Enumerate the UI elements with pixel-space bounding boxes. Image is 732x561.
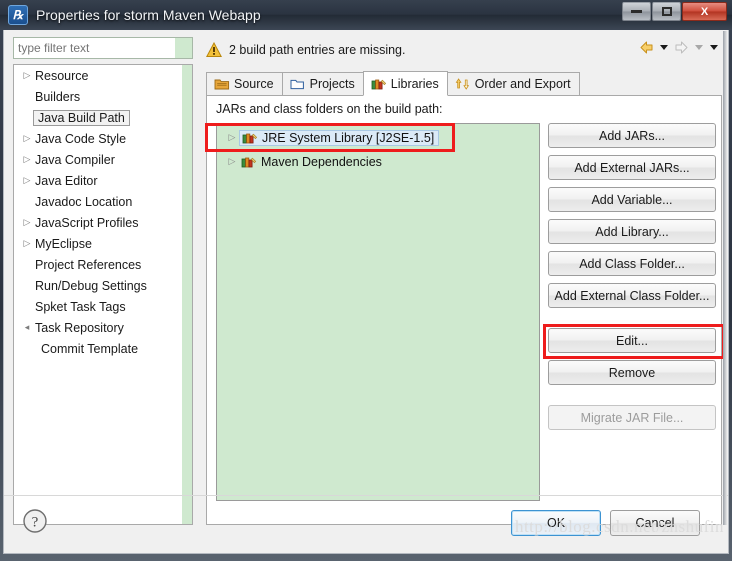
properties-dialog-window: ℞ Properties for storm Maven Webapp X ▷R… [0,0,732,561]
maximize-button[interactable] [652,2,681,21]
filter-input[interactable] [14,38,175,58]
sidebar-item-label: Builders [35,89,81,104]
tab-label: Order and Export [474,77,571,91]
message-bar: 2 build path entries are missing. [200,35,722,65]
tab-label: Source [234,77,274,91]
libraries-tab-content: JARs and class folders on the build path… [206,95,725,525]
sidebar-item-java-compiler[interactable]: ▷ Java Compiler [14,149,192,170]
tree-expander-icon[interactable]: ◂ [20,323,34,332]
sidebar-item-run-debug-settings[interactable]: Run/Debug Settings [14,275,192,296]
sidebar-item-builders[interactable]: Builders [14,86,192,107]
tab-libraries[interactable]: Libraries [362,71,448,96]
dialog-right-scrollbar[interactable] [723,31,727,525]
sidebar-item-javadoc-location[interactable]: Javadoc Location [14,191,192,212]
sidebar-item-java-build-path[interactable]: Java Build Path [14,107,192,128]
library-entry-name: JRE System Library [J2SE-1.5] [239,129,440,146]
dialog-body: ▷ResourceBuildersJava Build Path▷Java Co… [3,30,729,554]
back-arrow-icon[interactable] [638,39,655,56]
sidebar-item-label: MyEclipse [35,236,92,251]
right-pane: 2 build path entries are missing. Source… [200,35,725,525]
settings-tree[interactable]: ▷ Resource Builders Java Build Path ▷ Java Co… [13,64,193,525]
sidebar-item-label: Spket Task Tags [35,299,126,314]
books-icon [371,79,386,89]
button-add-class-folder[interactable]: Add Class Folder... [548,251,716,276]
sidebar-item-java-code-style[interactable]: ▷ Java Code Style [14,128,192,149]
libraries-list[interactable]: ▷ JRE System Library [J2SE-1.5] ▷ Maven Dep… [216,123,540,501]
window-controls: X [622,2,727,21]
minimize-button[interactable] [622,2,651,21]
list-label: JARs and class folders on the build path… [216,102,443,116]
tree-expander-icon[interactable]: ▷ [20,71,34,80]
order-arrows-icon [455,78,469,90]
menu-dropdown-caret[interactable] [710,45,718,50]
project-folder-icon [290,79,304,90]
tab-order-and-export[interactable]: Order and Export [446,72,580,96]
button-add-external-jars[interactable]: Add External JARs... [548,155,716,180]
close-button[interactable]: X [682,2,727,21]
sidebar-item-label: Java Editor [35,173,98,188]
dialog-footer: ? OK Cancel http://blog.csdn.net/zhshufi… [4,495,728,553]
library-entry[interactable]: ▷ JRE System Library [J2SE-1.5] [217,127,539,148]
sidebar-item-label: Java Compiler [35,152,115,167]
tab-label: Projects [309,77,355,91]
tree-expander-icon[interactable]: ▷ [225,133,239,142]
tree-expander-icon[interactable]: ▷ [20,176,34,185]
sidebar-item-label: JavaScript Profiles [35,215,139,230]
library-entry[interactable]: ▷ Maven Dependencies [217,151,539,172]
sidebar-item-label: Resource [35,68,89,83]
sidebar-item-label: Run/Debug Settings [35,278,147,293]
library-entry-label: JRE System Library [J2SE-1.5] [262,130,435,145]
button-add-variable[interactable]: Add Variable... [548,187,716,212]
tab-bar: Source Projects Libraries Order and Export [206,71,580,96]
tab-label: Libraries [390,76,439,91]
forward-arrow-icon [675,41,688,54]
libraries-button-column: Add JARs... Add External JARs... Add Varia… [548,123,716,430]
sidebar-item-label: Java Code Style [35,131,127,146]
sidebar-item-task-repository[interactable]: ◂ Task Repository [14,317,192,338]
button-add-jars[interactable]: Add JARs... [548,123,716,148]
back-dropdown-caret[interactable] [660,45,668,50]
sidebar-item-label: Project References [35,257,142,272]
button-add-external-class-folder[interactable]: Add External Class Folder... [548,283,716,308]
sidebar-item-javascript-profiles[interactable]: ▷ JavaScript Profiles [14,212,192,233]
sidebar-item-label: Java Build Path [33,109,130,126]
tree-expander-icon[interactable]: ▷ [225,157,239,166]
tree-expander-icon[interactable]: ▷ [20,155,34,164]
forward-dropdown-caret [695,45,703,50]
sidebar-item-commit-template[interactable]: Commit Template [14,338,192,359]
sidebar-item-java-editor[interactable]: ▷ Java Editor [14,170,192,191]
library-entry-name: Maven Dependencies [239,155,386,169]
tree-expander-icon[interactable]: ▷ [20,239,34,248]
filter-green-area [175,38,192,58]
sidebar-item-resource[interactable]: ▷ Resource [14,65,192,86]
filter-box[interactable] [13,37,193,59]
tree-expander-icon[interactable]: ▷ [20,218,34,227]
title-bar: ℞ Properties for storm Maven Webapp X [0,0,732,30]
button-edit[interactable]: Edit... [548,328,716,353]
sidebar-item-spket-task-tags[interactable]: Spket Task Tags [14,296,192,317]
sidebar-item-myeclipse[interactable]: ▷ MyEclipse [14,233,192,254]
source-folder-icon [214,79,230,90]
warning-icon [206,42,222,57]
sidebar-item-label: Javadoc Location [35,194,133,209]
button-migrate-jar-file: Migrate JAR File... [548,405,716,430]
watermark-text: http://blog.csdn.net/zhshufin [514,517,724,536]
button-add-library[interactable]: Add Library... [548,219,716,244]
button-remove[interactable]: Remove [548,360,716,385]
message-text: 2 build path entries are missing. [229,43,406,57]
books-icon [242,133,258,143]
sidebar-item-label: Commit Template [41,341,139,356]
eclipse-icon: ℞ [8,5,28,25]
sidebar-item-label: Task Repository [35,320,124,335]
library-entry-label: Maven Dependencies [261,154,382,169]
help-icon[interactable]: ? [22,508,48,534]
books-icon [241,157,257,167]
tab-projects[interactable]: Projects [281,72,364,96]
navigation-icons [638,39,720,56]
sidebar-item-project-references[interactable]: Project References [14,254,192,275]
svg-text:?: ? [32,515,39,531]
window-title: Properties for storm Maven Webapp [36,7,261,23]
tree-expander-icon[interactable]: ▷ [20,134,34,143]
tab-source[interactable]: Source [206,72,283,96]
